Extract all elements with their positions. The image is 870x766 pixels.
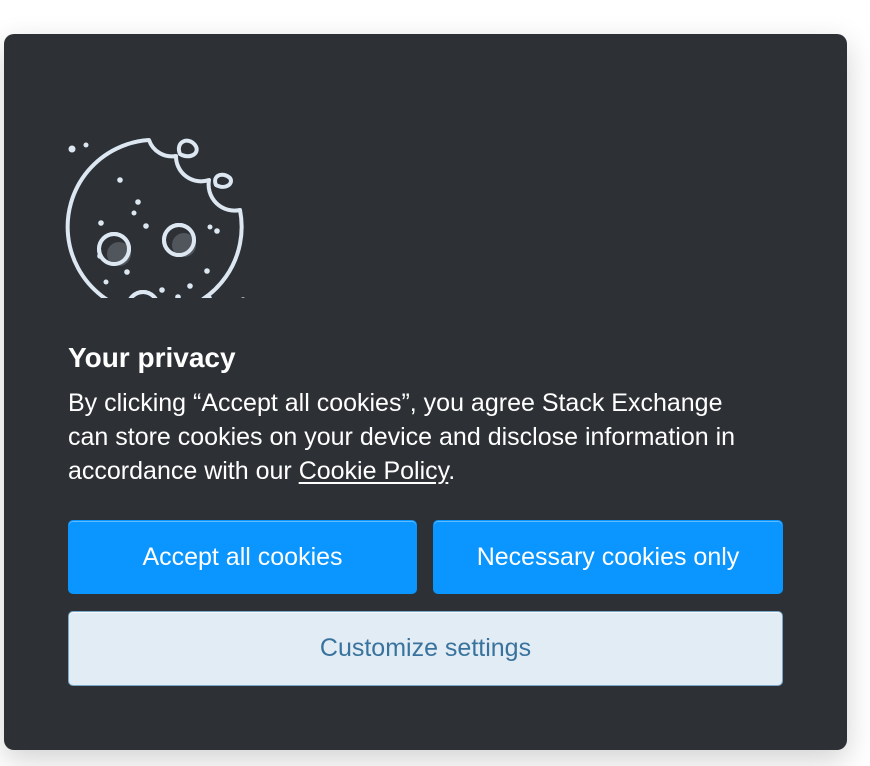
cookie-policy-link[interactable]: Cookie Policy [299, 457, 449, 485]
accept-all-cookies-button[interactable]: Accept all cookies [68, 520, 417, 594]
description-period: . [448, 457, 456, 485]
dialog-description: By clicking “Accept all cookies”, you ag… [68, 386, 768, 488]
necessary-cookies-only-button[interactable]: Necessary cookies only [433, 520, 783, 594]
cookie-consent-dialog: Your privacy By clicking “Accept all coo… [4, 34, 847, 750]
cookie-icon [65, 138, 245, 298]
customize-settings-button[interactable]: Customize settings [68, 611, 783, 686]
dialog-title: Your privacy [68, 342, 236, 373]
